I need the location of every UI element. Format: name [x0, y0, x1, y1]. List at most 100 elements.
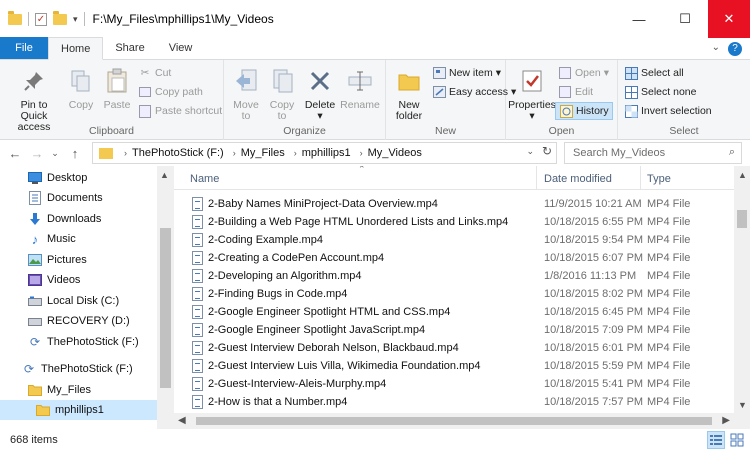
- pin-to-quick-access-button[interactable]: Pin to Quick access: [6, 66, 62, 133]
- file-row[interactable]: 2-Baby Names MiniProject-Data Overview.m…: [174, 195, 734, 213]
- nav-item-desktop[interactable]: Desktop: [28, 168, 87, 188]
- breadcrumb-separator[interactable]: ›: [124, 148, 127, 158]
- search-input[interactable]: Search My_Videos: [573, 147, 665, 159]
- new-folder-icon[interactable]: [53, 10, 67, 25]
- invert-selection-button[interactable]: Invert selection: [624, 104, 712, 118]
- move-to-label-2: to: [241, 110, 251, 122]
- recent-locations-icon[interactable]: ⌄: [44, 148, 66, 159]
- history-button[interactable]: History: [555, 102, 613, 120]
- easy-access-button[interactable]: Easy access ▾: [432, 85, 516, 99]
- file-list-scrollbar[interactable]: ▲ ▼: [734, 166, 750, 413]
- file-row[interactable]: 2-Guest-Interview-Aleis-Murphy.mp4 10/18/…: [174, 375, 734, 393]
- column-divider[interactable]: [640, 166, 641, 190]
- file-type: MP4 File: [647, 378, 691, 390]
- cut-button[interactable]: ✂ Cut: [138, 66, 172, 80]
- nav-item-recovery[interactable]: RECOVERY (D:): [28, 311, 130, 331]
- up-icon[interactable]: ↑: [64, 146, 86, 161]
- copy-button[interactable]: Copy: [64, 66, 98, 111]
- navigation-scrollbar[interactable]: ▲: [157, 166, 174, 429]
- select-none-button[interactable]: Select none: [624, 85, 696, 99]
- scrollbar-thumb[interactable]: [196, 417, 712, 425]
- column-type[interactable]: Type: [647, 173, 671, 185]
- file-row[interactable]: 2-Coding Example.mp4 10/18/2015 9:54 PM MP…: [174, 231, 734, 249]
- nav-item-music[interactable]: ♪ Music: [28, 229, 76, 249]
- chevron-down-icon[interactable]: ⌄: [712, 42, 720, 53]
- close-button[interactable]: ✕: [708, 0, 750, 38]
- file-row[interactable]: 2-Creating a CodePen Account.mp4 10/18/20…: [174, 249, 734, 267]
- breadcrumb-separator[interactable]: ›: [233, 148, 236, 158]
- large-icons-view-button[interactable]: [728, 431, 746, 449]
- nav-item-pictures[interactable]: Pictures: [28, 250, 87, 270]
- nav-item-videos[interactable]: Videos: [28, 270, 80, 290]
- scroll-up-icon[interactable]: ▲: [738, 170, 747, 180]
- nav-item-documents[interactable]: Documents: [28, 188, 103, 208]
- new-folder-button[interactable]: New folder: [390, 66, 428, 122]
- file-row[interactable]: 2-Developing an Algorithm.mp4 1/8/2016 11…: [174, 267, 734, 285]
- file-row[interactable]: 2-Google Engineer Spotlight JavaScript.m…: [174, 321, 734, 339]
- properties-icon[interactable]: ✓: [35, 12, 47, 26]
- scroll-up-icon[interactable]: ▲: [160, 170, 169, 180]
- open-button[interactable]: Open ▾: [558, 66, 609, 80]
- paste-button[interactable]: Paste: [100, 66, 134, 111]
- tab-home[interactable]: Home: [48, 37, 104, 60]
- search-icon[interactable]: ⌕: [729, 146, 735, 159]
- details-view-button[interactable]: [707, 431, 725, 449]
- nav-item-downloads[interactable]: Downloads: [28, 209, 101, 229]
- chevron-down-icon[interactable]: ⌄: [526, 146, 534, 157]
- file-type: MP4 File: [647, 396, 691, 408]
- breadcrumb-mphillips1[interactable]: mphillips1: [302, 147, 351, 159]
- tab-share[interactable]: Share: [103, 37, 156, 59]
- file-type: MP4 File: [647, 270, 691, 282]
- nav-item-label: mphillips1: [55, 404, 104, 416]
- delete-button[interactable]: Delete ▾: [302, 66, 338, 122]
- scrollbar-thumb[interactable]: [160, 228, 171, 388]
- copy-to-button[interactable]: Copy to: [266, 66, 298, 122]
- file-row[interactable]: 2-How is that a Number.mp4 10/18/2015 7:5…: [174, 393, 734, 411]
- minimize-button[interactable]: —: [616, 0, 662, 38]
- scrollbar-thumb[interactable]: [737, 210, 747, 228]
- file-row[interactable]: 2-Building a Web Page HTML Unordered Lis…: [174, 213, 734, 231]
- nav-item-photostick[interactable]: ⟳ ThePhotoStick (F:): [28, 332, 139, 352]
- scroll-down-icon[interactable]: ▼: [738, 400, 747, 410]
- breadcrumb-my-videos[interactable]: My_Videos: [368, 147, 422, 159]
- select-none-label: Select none: [641, 86, 697, 98]
- breadcrumb-drive[interactable]: ThePhotoStick (F:): [132, 147, 224, 159]
- move-to-button[interactable]: Move to: [230, 66, 262, 122]
- select-all-button[interactable]: Select all: [624, 66, 684, 80]
- new-item-button[interactable]: New item ▾: [432, 66, 501, 80]
- paste-shortcut-button[interactable]: Paste shortcut: [138, 104, 222, 118]
- scroll-right-icon[interactable]: ▶: [722, 415, 730, 426]
- refresh-icon[interactable]: ↻: [542, 144, 552, 158]
- tab-file[interactable]: File: [0, 37, 48, 59]
- column-name[interactable]: Name: [190, 173, 219, 185]
- file-row[interactable]: 2-Guest Interview Deborah Nelson, Blackb…: [174, 339, 734, 357]
- nav-item-my-files[interactable]: My_Files: [28, 380, 91, 400]
- file-row[interactable]: 2-Guest Interview Luis Villa, Wikimedia …: [174, 357, 734, 375]
- column-divider[interactable]: [536, 166, 537, 190]
- maximize-button[interactable]: ☐: [662, 0, 708, 38]
- search-box[interactable]: Search My_Videos ⌕: [564, 142, 742, 164]
- nav-item-mphillips1[interactable]: mphillips1: [0, 400, 157, 420]
- nav-item-photostick-root[interactable]: ⟳ ThePhotoStick (F:): [22, 359, 133, 379]
- breadcrumb-my-files[interactable]: My_Files: [241, 147, 285, 159]
- help-icon[interactable]: ?: [728, 42, 742, 56]
- breadcrumb-separator[interactable]: ›: [360, 148, 363, 158]
- horizontal-scrollbar[interactable]: ◀ ▶: [174, 413, 734, 429]
- back-icon[interactable]: ←: [4, 146, 26, 161]
- nav-item-local-disk[interactable]: Local Disk (C:): [28, 291, 119, 311]
- edit-icon: [558, 85, 572, 99]
- tab-view[interactable]: View: [157, 37, 205, 59]
- file-row[interactable]: 2-Finding Bugs in Code.mp4 10/18/2015 8:0…: [174, 285, 734, 303]
- rename-button[interactable]: Rename: [340, 66, 380, 111]
- breadcrumb-separator[interactable]: ›: [294, 148, 297, 158]
- column-date-modified[interactable]: Date modified: [544, 173, 612, 185]
- select-all-icon: [624, 66, 638, 80]
- properties-button[interactable]: Properties ▾: [508, 66, 556, 122]
- copy-path-button[interactable]: Copy path: [138, 85, 203, 99]
- edit-button[interactable]: Edit: [558, 85, 593, 99]
- scrollbar-corner: [734, 413, 750, 429]
- address-bar[interactable]: › ThePhotoStick (F:) › My_Files › mphill…: [92, 142, 557, 164]
- scroll-left-icon[interactable]: ◀: [178, 415, 186, 426]
- file-row[interactable]: 2-Google Engineer Spotlight HTML and CSS…: [174, 303, 734, 321]
- customize-qat-icon[interactable]: ▾: [73, 14, 78, 25]
